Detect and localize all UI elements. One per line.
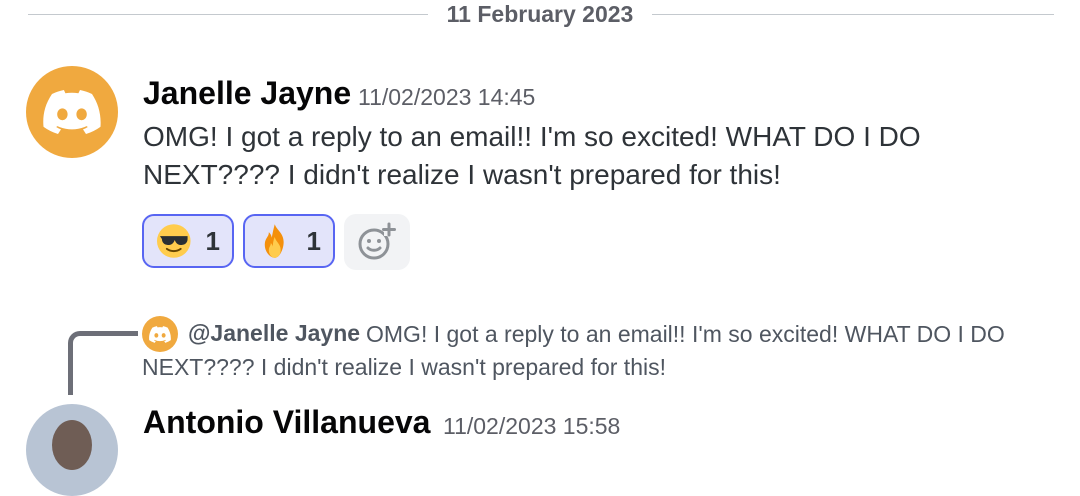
reply-author[interactable]: @Janelle Jayne (188, 320, 360, 347)
add-reaction-button[interactable] (344, 214, 410, 270)
divider-line-left (28, 14, 428, 15)
sunglasses-face-icon (156, 224, 191, 258)
avatar[interactable] (26, 404, 118, 496)
fire-icon (264, 224, 284, 258)
reply-spine (68, 331, 138, 395)
message-author[interactable]: Janelle Jayne (143, 75, 351, 112)
discord-logo-icon (149, 325, 171, 343)
add-emoji-icon (358, 222, 396, 260)
divider-date: 11 February 2023 (446, 1, 634, 27)
reply-avatar (142, 316, 178, 352)
divider-line-right (652, 14, 1054, 15)
date-divider: 11 February 2023 (28, 0, 1054, 30)
message-content: OMG! I got a reply to an email!! I'm so … (143, 121, 921, 190)
reaction-fire[interactable]: 1 (243, 214, 335, 268)
avatar[interactable] (26, 66, 118, 158)
reaction-sunglasses[interactable]: 1 (142, 214, 234, 268)
reaction-count: 1 (205, 225, 220, 256)
reaction-count: 1 (306, 225, 321, 256)
discord-logo-icon (43, 90, 101, 134)
message-timestamp: 11/02/2023 15:58 (443, 413, 621, 439)
message-timestamp: 11/02/2023 14:45 (358, 84, 536, 110)
message-author[interactable]: Antonio Villanueva (143, 404, 430, 441)
